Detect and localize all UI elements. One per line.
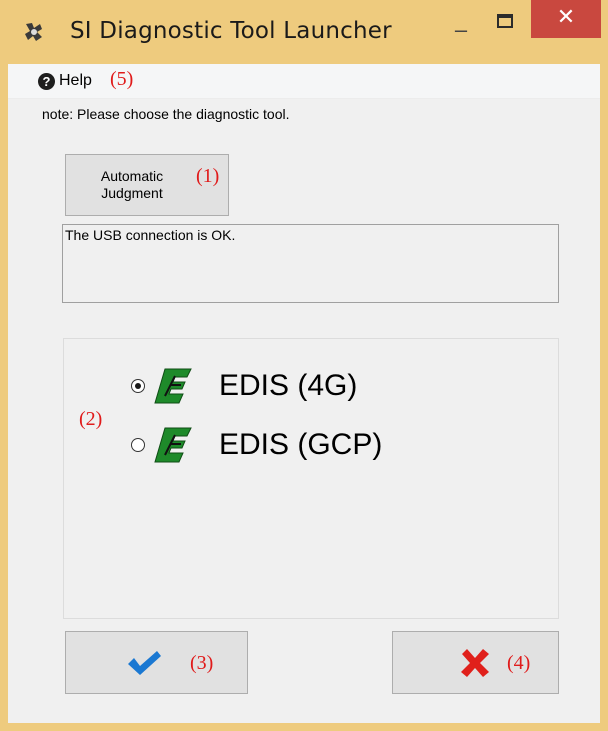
launcher-window: SI Diagnostic Tool Launcher – ✕ ? Help (… <box>0 0 608 731</box>
question-icon: ? <box>38 72 55 90</box>
radio-edis-4g[interactable] <box>131 379 145 393</box>
client-area: ? Help (5) note: Please choose the diagn… <box>8 64 600 723</box>
auto-label-line1: Automatic <box>100 168 164 184</box>
edis-icon <box>154 427 192 463</box>
menu-bar: ? Help (5) <box>8 64 600 99</box>
automatic-judgment-label: Automatic Judgment <box>90 168 174 202</box>
help-menu[interactable]: ? Help <box>38 70 92 92</box>
ok-button[interactable]: (3) <box>65 631 248 694</box>
minimize-button[interactable]: – <box>448 19 474 44</box>
option-label: EDIS (4G) <box>219 369 358 402</box>
status-text: The USB connection is OK. <box>65 227 236 243</box>
automatic-judgment-button[interactable]: Automatic Judgment (1) <box>65 154 229 216</box>
tool-selection-group: (2) EDIS (4G) EDIS (GCP) <box>63 338 559 619</box>
window-title: SI Diagnostic Tool Launcher <box>70 18 392 44</box>
title-bar[interactable]: SI Diagnostic Tool Launcher – ✕ <box>0 0 608 64</box>
app-icon <box>25 23 42 41</box>
tool-group-annotation: (2) <box>79 408 103 430</box>
auto-judgment-annotation: (1) <box>196 165 220 187</box>
cancel-annotation: (4) <box>507 652 531 674</box>
ok-annotation: (3) <box>190 652 214 674</box>
cancel-button[interactable]: (4) <box>392 631 559 694</box>
checkmark-icon <box>128 651 161 675</box>
option-edis-gcp[interactable]: EDIS (GCP) <box>131 423 382 467</box>
option-edis-4g[interactable]: EDIS (4G) <box>131 364 357 408</box>
auto-label-line2: Judgment <box>101 185 163 201</box>
help-menu-label: Help <box>59 72 92 89</box>
red-x-icon <box>461 649 489 677</box>
maximize-button[interactable] <box>497 14 513 28</box>
close-button[interactable]: ✕ <box>531 0 601 38</box>
option-label: EDIS (GCP) <box>219 428 383 461</box>
radio-edis-gcp[interactable] <box>131 438 145 452</box>
status-box: The USB connection is OK. <box>62 224 559 303</box>
help-annotation: (5) <box>110 68 134 90</box>
note-text: note: Please choose the diagnostic tool. <box>42 106 290 122</box>
edis-icon <box>154 368 192 404</box>
